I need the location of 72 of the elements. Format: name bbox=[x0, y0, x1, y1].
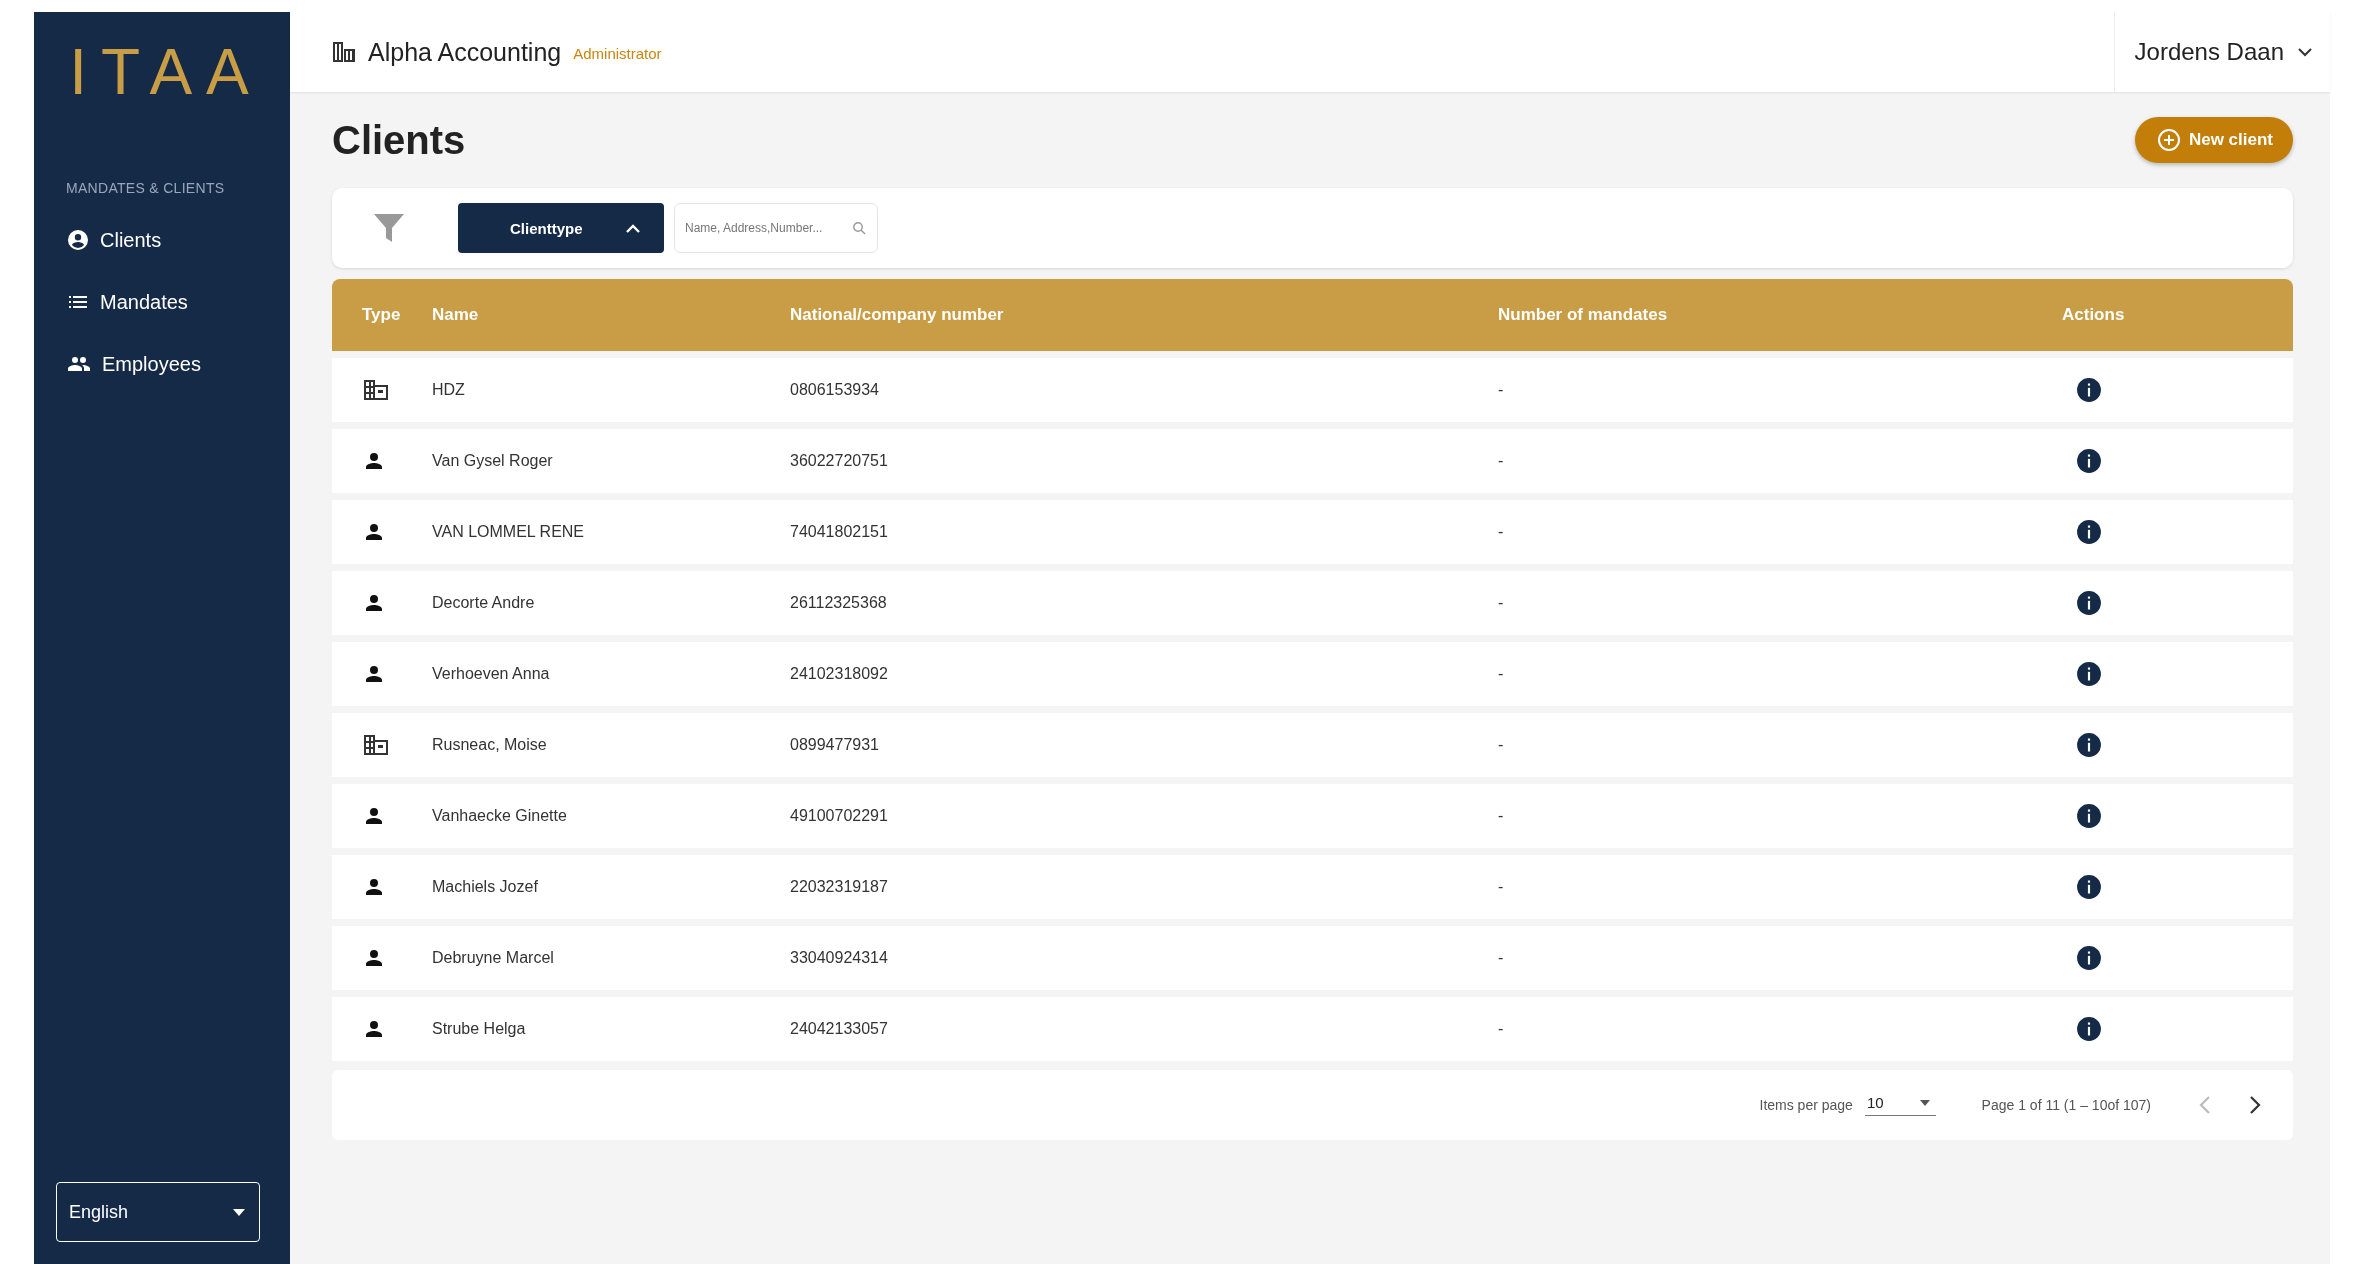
column-header: Actions bbox=[2058, 279, 2293, 351]
table-cell: VAN LOMMEL RENE bbox=[432, 500, 790, 564]
table-cell: 36022720751 bbox=[790, 429, 1498, 493]
info-icon[interactable] bbox=[2076, 377, 2102, 403]
role-label: Administrator bbox=[573, 45, 662, 62]
building-icon bbox=[332, 41, 356, 63]
table-cell: Vanhaecke Ginette bbox=[432, 784, 790, 848]
nav-item[interactable]: Employees bbox=[66, 342, 201, 386]
table-cell: - bbox=[1498, 713, 2058, 777]
chevron-right-icon bbox=[2249, 1096, 2261, 1114]
items-per-page-select[interactable]: 10 bbox=[1864, 1094, 1936, 1116]
table-cell: Verhoeven Anna bbox=[432, 642, 790, 706]
table-cell: Rusneac, Moise bbox=[432, 713, 790, 777]
clienttype-dropdown[interactable]: Clienttype bbox=[458, 203, 664, 253]
table-cell: 74041802151 bbox=[790, 500, 1498, 564]
user-menu[interactable]: Jordens Daan bbox=[2113, 12, 2330, 92]
table-cell: - bbox=[1498, 571, 2058, 635]
chevron-up-icon bbox=[626, 223, 640, 233]
nav-item[interactable]: Clients bbox=[66, 218, 162, 262]
table-cell: 0806153934 bbox=[790, 358, 1498, 422]
chevron-left-icon bbox=[2199, 1096, 2211, 1114]
items-per-page-label: Items per page bbox=[1759, 1097, 1853, 1113]
info-icon[interactable] bbox=[2076, 732, 2102, 758]
table-cell: 24042133057 bbox=[790, 997, 1498, 1061]
language-select[interactable]: English bbox=[56, 1182, 260, 1242]
plus-circle-icon bbox=[2156, 128, 2181, 152]
table-cell: - bbox=[1498, 642, 2058, 706]
info-icon[interactable] bbox=[2076, 874, 2102, 900]
dropdown-caret-icon bbox=[233, 1208, 245, 1216]
search-icon bbox=[852, 221, 866, 235]
filter-icon[interactable] bbox=[374, 214, 404, 242]
table-cell: Van Gysel Roger bbox=[432, 429, 790, 493]
chevron-down-icon bbox=[2298, 47, 2312, 57]
table-cell: HDZ bbox=[432, 358, 790, 422]
table-cell: Strube Helga bbox=[432, 997, 790, 1061]
column-header: National/company number bbox=[790, 279, 1498, 351]
nav-item[interactable]: Mandates bbox=[66, 280, 188, 324]
info-icon[interactable] bbox=[2076, 448, 2102, 474]
column-header: Number of mandates bbox=[1498, 279, 2058, 351]
table-cell: - bbox=[1498, 784, 2058, 848]
info-icon[interactable] bbox=[2076, 519, 2102, 545]
info-icon[interactable] bbox=[2076, 590, 2102, 616]
page-range: Page 1 of 11 (1 – 10of 107) bbox=[1981, 1097, 2151, 1113]
table-cell: - bbox=[1498, 358, 2058, 422]
company-name: Alpha Accounting bbox=[368, 37, 562, 67]
table-cell: 22032319187 bbox=[790, 855, 1498, 919]
table-cell: - bbox=[1498, 997, 2058, 1061]
column-header: Type bbox=[332, 279, 432, 351]
info-icon[interactable] bbox=[2076, 661, 2102, 687]
info-icon[interactable] bbox=[2076, 803, 2102, 829]
table-cell: 26112325368 bbox=[790, 571, 1498, 635]
table-cell: Machiels Jozef bbox=[432, 855, 790, 919]
info-icon[interactable] bbox=[2076, 1016, 2102, 1042]
table-cell: 0899477931 bbox=[790, 713, 1498, 777]
info-icon[interactable] bbox=[2076, 945, 2102, 971]
logo: ITAA bbox=[69, 40, 263, 104]
table-cell: Debruyne Marcel bbox=[432, 926, 790, 990]
building-icon bbox=[362, 733, 390, 757]
page-title: Clients bbox=[332, 117, 466, 163]
table-cell: 49100702291 bbox=[790, 784, 1498, 848]
search-field[interactable]: Name, Address,Number... bbox=[674, 203, 878, 253]
section-title: MANDATES & CLIENTS bbox=[66, 180, 226, 196]
table-cell: 24102318092 bbox=[790, 642, 1498, 706]
dropdown-caret-icon bbox=[1919, 1099, 1930, 1106]
table-cell: - bbox=[1498, 855, 2058, 919]
building-icon bbox=[362, 378, 390, 402]
table-cell: Decorte Andre bbox=[432, 571, 790, 635]
table-cell: - bbox=[1498, 926, 2058, 990]
table-cell: - bbox=[1498, 500, 2058, 564]
column-header: Name bbox=[432, 279, 790, 351]
table-cell: - bbox=[1498, 429, 2058, 493]
table-cell: 33040924314 bbox=[790, 926, 1498, 990]
